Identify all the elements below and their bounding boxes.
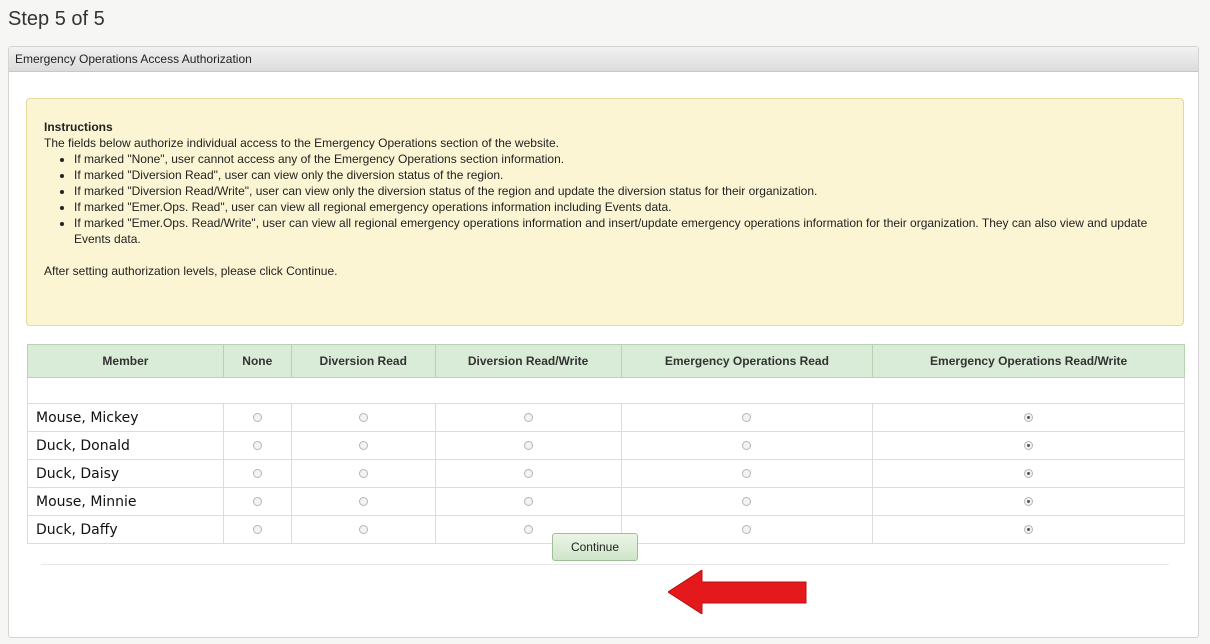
access-level-radio[interactable]: [358, 413, 368, 422]
radio-cell: [222, 459, 292, 488]
access-level-radio[interactable]: [358, 469, 368, 478]
table-header-row: Member None Diversion Read Diversion Rea…: [27, 344, 1185, 378]
column-header-emer-ops-read: Emergency Operations Read: [620, 344, 874, 378]
radio-cell: [434, 459, 622, 488]
divider: [41, 564, 1169, 565]
radio-cell: [872, 403, 1185, 432]
radio-cell: [620, 459, 874, 488]
access-level-radio[interactable]: [1024, 413, 1034, 422]
access-level-radio[interactable]: [358, 441, 368, 450]
access-level-radio[interactable]: [742, 497, 752, 506]
radio-cell: [434, 487, 622, 516]
table-row: Duck, Daisy: [27, 459, 1185, 488]
radio-cell: [872, 459, 1185, 488]
radio-cell: [434, 431, 622, 460]
radio-cell: [872, 515, 1185, 544]
member-name: Duck, Daisy: [27, 459, 224, 488]
instruction-item: If marked "Diversion Read", user can vie…: [74, 167, 1167, 183]
radio-cell: [434, 403, 622, 432]
radio-cell: [222, 487, 292, 516]
access-level-radio[interactable]: [523, 413, 533, 422]
radio-cell: [620, 403, 874, 432]
member-name: Mouse, Mickey: [27, 403, 224, 432]
radio-cell: [290, 431, 436, 460]
radio-cell: [620, 515, 874, 544]
table-body: Mouse, Mickey Duck, Donald Duck, Daisy Mous…: [27, 403, 1185, 544]
radio-cell: [222, 403, 292, 432]
member-name: Duck, Daffy: [27, 515, 224, 544]
instructions-box: Instructions The fields below authorize …: [26, 98, 1184, 326]
access-level-radio[interactable]: [252, 497, 262, 506]
radio-cell: [290, 515, 436, 544]
access-level-radio[interactable]: [523, 497, 533, 506]
radio-cell: [872, 487, 1185, 516]
radio-cell: [222, 431, 292, 460]
radio-cell: [222, 515, 292, 544]
column-header-member: Member: [27, 344, 224, 378]
instruction-item: If marked "Diversion Read/Write", user c…: [74, 183, 1167, 199]
access-level-radio[interactable]: [523, 525, 533, 534]
table-row: Duck, Donald: [27, 431, 1185, 460]
access-level-radio[interactable]: [523, 469, 533, 478]
access-level-radio[interactable]: [742, 469, 752, 478]
instructions-footer: After setting authorization levels, plea…: [44, 264, 338, 278]
access-level-radio[interactable]: [252, 441, 262, 450]
column-header-none: None: [222, 344, 292, 378]
panel-title: Emergency Operations Access Authorizatio…: [9, 47, 1198, 72]
continue-button[interactable]: Continue: [552, 533, 638, 561]
member-name: Mouse, Minnie: [27, 487, 224, 516]
column-header-emer-ops-read-write: Emergency Operations Read/Write: [872, 344, 1185, 378]
radio-cell: [290, 403, 436, 432]
access-level-radio[interactable]: [252, 413, 262, 422]
radio-cell: [872, 431, 1185, 460]
access-level-radio[interactable]: [252, 525, 262, 534]
radio-cell: [620, 431, 874, 460]
access-level-radio[interactable]: [1024, 469, 1034, 478]
access-level-radio[interactable]: [1024, 497, 1034, 506]
access-level-radio[interactable]: [358, 525, 368, 534]
radio-cell: [620, 487, 874, 516]
access-level-radio[interactable]: [1024, 441, 1034, 450]
table-row: Mouse, Mickey: [27, 403, 1185, 432]
instruction-item: If marked "Emer.Ops. Read", user can vie…: [74, 199, 1167, 215]
radio-cell: [290, 459, 436, 488]
column-header-diversion-read-write: Diversion Read/Write: [434, 344, 622, 378]
red-arrow-icon: [668, 570, 807, 614]
table-row: Mouse, Minnie: [27, 487, 1185, 516]
instruction-item: If marked "None", user cannot access any…: [74, 151, 1167, 167]
column-header-diversion-read: Diversion Read: [290, 344, 436, 378]
step-title: Step 5 of 5: [8, 8, 105, 30]
access-level-radio[interactable]: [742, 525, 752, 534]
instructions-intro: The fields below authorize individual ac…: [44, 136, 559, 150]
access-level-radio[interactable]: [358, 497, 368, 506]
member-name: Duck, Donald: [27, 431, 224, 460]
instructions-title: Instructions: [44, 120, 113, 134]
access-level-radio[interactable]: [742, 441, 752, 450]
radio-cell: [290, 487, 436, 516]
access-level-radio[interactable]: [1024, 525, 1034, 534]
access-level-radio[interactable]: [523, 441, 533, 450]
instructions-list: If marked "None", user cannot access any…: [44, 151, 1167, 247]
access-level-radio[interactable]: [742, 413, 752, 422]
instruction-item: If marked "Emer.Ops. Read/Write", user c…: [74, 215, 1167, 247]
authorization-table: Member None Diversion Read Diversion Rea…: [27, 344, 1185, 544]
access-level-radio[interactable]: [252, 469, 262, 478]
